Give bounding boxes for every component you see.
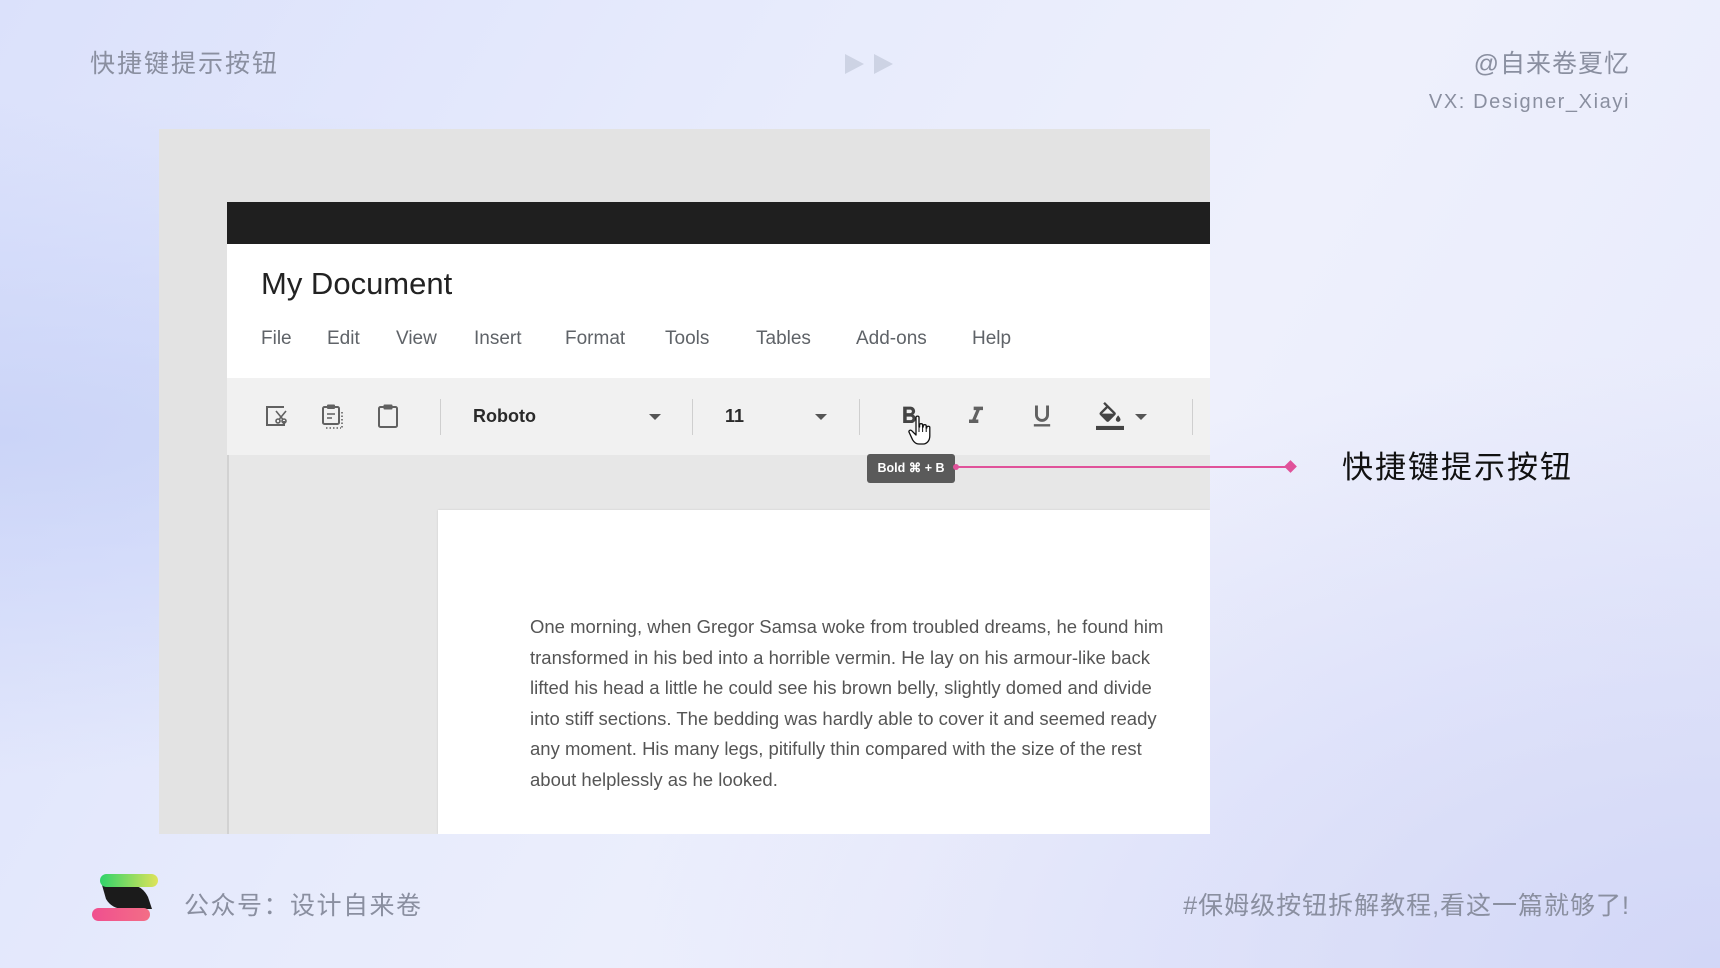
window-titlebar (227, 202, 1210, 244)
chevron-down-icon[interactable] (815, 414, 827, 420)
document-title[interactable]: My Document (261, 266, 452, 302)
document-page[interactable]: One morning, when Gregor Samsa woke from… (438, 510, 1210, 834)
text-line: lifted his head a little he could see hi… (530, 677, 1152, 699)
menu-tables[interactable]: Tables (756, 328, 811, 350)
callout-label: 快捷键提示按钮 (1342, 450, 1573, 485)
official-account: 公众号：设计自来卷 (184, 892, 423, 920)
text-line: any moment. His many legs, pitifully thi… (530, 738, 1142, 760)
toolbar-divider (692, 399, 693, 435)
text-line: transformed in his bed into a horrible v… (530, 646, 1151, 668)
italic-icon[interactable] (962, 402, 990, 430)
chevron-down-icon[interactable] (649, 414, 661, 420)
wechat-id: VX: Designer_Xiayi (1428, 91, 1630, 113)
brand-logo-icon (92, 874, 158, 921)
font-family-value: Roboto (473, 406, 536, 426)
document-canvas: One morning, when Gregor Samsa woke from… (227, 455, 1210, 834)
menu-view[interactable]: View (396, 328, 437, 350)
slide-title: 快捷键提示按钮 (90, 50, 280, 78)
author-handle: @自来卷夏忆 (1473, 50, 1630, 78)
fill-color-icon[interactable] (1096, 402, 1124, 430)
callout-diamond-icon (1284, 460, 1297, 473)
document-header: My Document File Edit View Insert Format… (227, 244, 1210, 378)
paste-special-icon[interactable] (318, 402, 346, 430)
document-editor-window: My Document File Edit View Insert Format… (227, 202, 1210, 834)
document-body-text[interactable]: One morning, when Gregor Samsa woke from… (530, 612, 1163, 796)
cut-icon[interactable] (263, 402, 291, 430)
tagline: #保姆级按钮拆解教程,看这一篇就够了! (1183, 892, 1630, 920)
menu-insert[interactable]: Insert (474, 328, 522, 350)
text-line: into stiff sections. The bedding was har… (530, 707, 1157, 729)
menu-help[interactable]: Help (972, 328, 1011, 350)
toolbar-divider (440, 399, 441, 435)
menu-add-ons[interactable]: Add-ons (856, 328, 927, 350)
menu-file[interactable]: File (261, 328, 292, 350)
toolbar-divider (1192, 399, 1193, 435)
chevron-down-icon[interactable] (1135, 414, 1147, 420)
text-line: about helplessly as he looked. (530, 768, 778, 790)
menu-format[interactable]: Format (565, 328, 625, 350)
toolbar-divider (859, 399, 860, 435)
clipboard-icon[interactable] (374, 402, 402, 430)
hand-pointer-icon (908, 415, 931, 445)
menu-edit[interactable]: Edit (327, 328, 360, 350)
underline-icon[interactable] (1028, 402, 1056, 430)
callout-anchor-dot (953, 464, 959, 470)
menu-tools[interactable]: Tools (665, 328, 709, 350)
text-line: One morning, when Gregor Samsa woke from… (530, 616, 1164, 637)
callout-line (955, 466, 1290, 468)
font-size-value: 11 (725, 406, 745, 426)
double-play-icon (845, 54, 893, 74)
formatting-toolbar: Roboto 11 (227, 378, 1210, 455)
shortcut-tooltip: Bold ⌘ + B (867, 454, 955, 483)
